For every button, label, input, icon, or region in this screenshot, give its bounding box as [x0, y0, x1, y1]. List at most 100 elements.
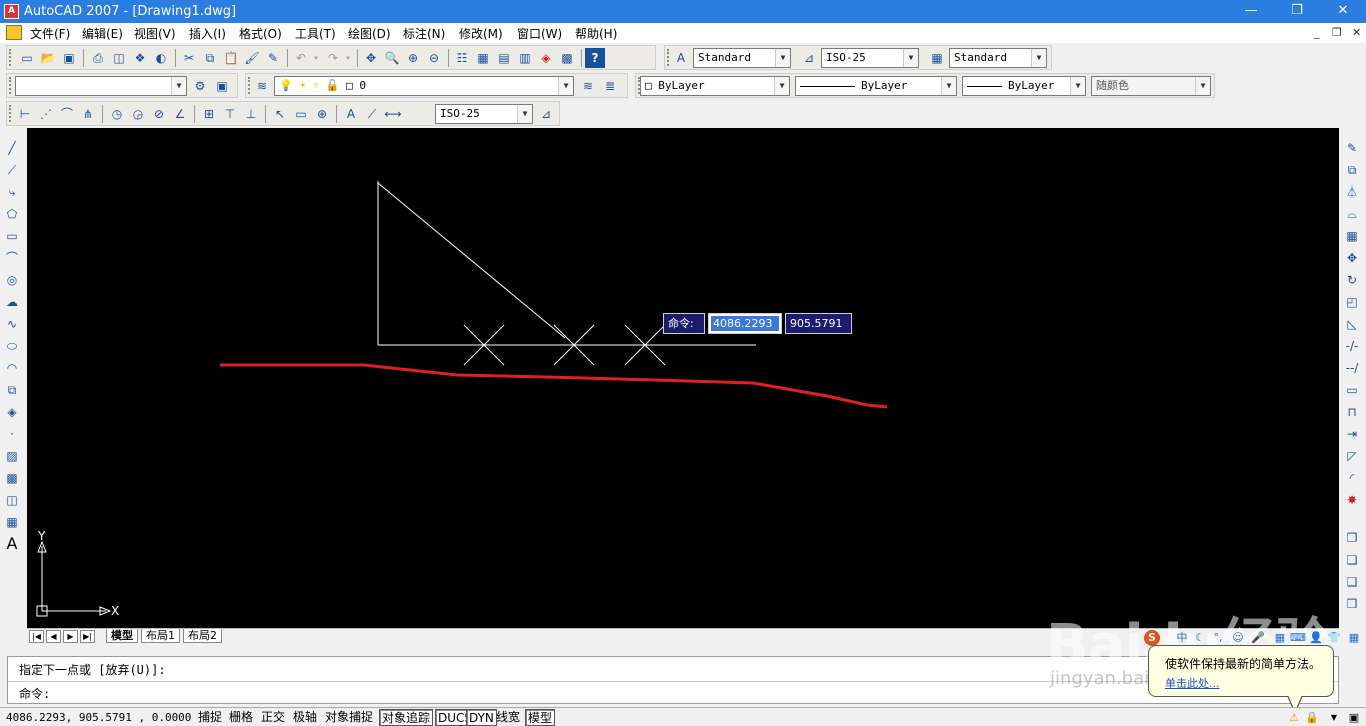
polygon-icon[interactable]: ⬠ [2, 204, 22, 224]
arc-icon[interactable]: ⌒ [2, 248, 22, 268]
tab-layout2[interactable]: 布局2 [183, 629, 222, 643]
grid-menu-icon[interactable]: ▦ [1346, 630, 1362, 646]
point-icon[interactable]: · [2, 424, 22, 444]
zoom-window-icon[interactable]: ⊕ [403, 48, 423, 68]
dim-edit-icon[interactable]: A [341, 104, 361, 124]
grid-toggle[interactable]: 栅格 [227, 709, 255, 726]
array-icon[interactable]: ▦ [1342, 226, 1362, 246]
toolbar-grip[interactable] [667, 49, 670, 66]
color-select[interactable]: □ ByLayer ▼ [640, 76, 790, 96]
autocad-icon[interactable]: A [4, 4, 19, 19]
dynamic-input-y-field[interactable]: 905.5791 [785, 313, 852, 334]
baseline-dim-icon[interactable]: ⊤ [220, 104, 240, 124]
tab-model[interactable]: 模型 [106, 629, 138, 643]
skin-icon[interactable]: 👕 [1326, 630, 1342, 646]
rectangle-icon[interactable]: ▭ [2, 226, 22, 246]
menu-insert[interactable]: 插入(I) [189, 25, 226, 42]
scale-icon[interactable]: ◰ [1342, 292, 1362, 312]
jogged-dim-icon[interactable]: ◶ [128, 104, 148, 124]
dim-text-edit-icon[interactable]: ⟋ [362, 104, 382, 124]
moon-icon[interactable]: ☾ [1192, 630, 1208, 646]
revision-cloud-icon[interactable]: ☁ [2, 292, 22, 312]
keyboard-icon[interactable]: ⌨ [1290, 630, 1306, 646]
clean-screen-icon[interactable]: ▣ [1346, 710, 1362, 726]
spline-icon[interactable]: ∿ [2, 314, 22, 334]
toolbar-grip[interactable] [9, 49, 12, 66]
linear-dim-icon[interactable]: ⊢ [15, 104, 35, 124]
maximize-button[interactable]: ❐ [1274, 0, 1320, 23]
toolbar-grip[interactable] [248, 77, 251, 94]
zoom-previous-icon[interactable]: ⊖ [424, 48, 444, 68]
match-properties-icon[interactable]: 🖌 [242, 48, 262, 68]
linetype-select[interactable]: ByLayer ▼ [795, 76, 957, 96]
tolerance-icon[interactable]: ▭ [291, 104, 311, 124]
prev-tab-button[interactable]: ◀ [46, 630, 61, 643]
text-style-icon[interactable]: A [671, 48, 691, 68]
new-icon[interactable]: ▭ [17, 48, 37, 68]
make-object-layer-current-icon[interactable]: ≋ [578, 76, 598, 96]
help-icon[interactable]: ? [585, 48, 605, 68]
hatch-icon[interactable]: ▨ [2, 446, 22, 466]
rotate-icon[interactable]: ↻ [1342, 270, 1362, 290]
status-menu-arrow-icon[interactable]: ▼ [1326, 710, 1342, 726]
dynamic-input-x-field[interactable]: 4086.2293 [708, 313, 782, 334]
angular-dim-icon[interactable]: ∠ [170, 104, 190, 124]
model-toggle[interactable]: 模型 [525, 709, 556, 726]
otrack-toggle[interactable]: 对象追踪 [379, 709, 434, 726]
toolbar-grip[interactable] [9, 105, 12, 122]
minimize-button[interactable]: — [1228, 0, 1274, 23]
draw-order-front-icon[interactable]: ❐ [1342, 528, 1362, 548]
redo-dropdown-icon[interactable]: ▾ [343, 48, 353, 68]
fillet-icon[interactable]: ◜ [1342, 468, 1362, 488]
tool-palettes-icon[interactable]: ▤ [494, 48, 514, 68]
apps-icon[interactable]: ▦ [1272, 630, 1288, 646]
red-polyline[interactable] [220, 363, 888, 409]
table-style-icon[interactable]: ▦ [927, 48, 947, 68]
copy-object-icon[interactable]: ⧉ [1342, 160, 1362, 180]
my-workspace-icon[interactable]: ▣ [212, 76, 232, 96]
table-style-select[interactable]: Standard ▼ [949, 48, 1047, 68]
mirror-icon[interactable]: ⏃ [1342, 182, 1362, 202]
warning-icon[interactable]: ⚠ [1286, 710, 1302, 726]
menu-help[interactable]: 帮助(H) [575, 25, 617, 42]
toolbar-grip[interactable] [9, 77, 12, 94]
menu-view[interactable]: 视图(V) [134, 25, 176, 42]
tab-layout1[interactable]: 布局1 [141, 629, 180, 643]
coordinate-display[interactable]: 4086.2293, 905.5791 , 0.0000 [6, 711, 191, 724]
layer-manager-icon[interactable]: ≋ [252, 76, 272, 96]
first-tab-button[interactable]: |◀ [29, 630, 44, 643]
design-center-icon[interactable]: ▦ [473, 48, 493, 68]
plotstyle-select[interactable]: 随颜色 ▼ [1091, 76, 1211, 96]
chamfer-icon[interactable]: ◸ [1342, 446, 1362, 466]
polyline-icon[interactable]: ⤷ [2, 182, 22, 202]
print-preview-icon[interactable]: ◫ [109, 48, 129, 68]
last-tab-button[interactable]: ▶| [80, 630, 95, 643]
user-icon[interactable]: 👤 [1308, 630, 1324, 646]
save-icon[interactable]: ▣ [59, 48, 79, 68]
menu-window[interactable]: 窗口(W) [517, 25, 562, 42]
close-button[interactable]: ✕ [1320, 0, 1366, 23]
undo-icon[interactable]: ↶ [291, 48, 311, 68]
dim-style-select[interactable]: ISO-25 ▼ [821, 48, 919, 68]
quick-dim-icon[interactable]: ⊞ [199, 104, 219, 124]
line-icon[interactable]: ╱ [2, 138, 22, 158]
mic-icon[interactable]: 🎤 [1250, 630, 1266, 646]
menu-tools[interactable]: 工具(T) [295, 25, 336, 42]
diameter-dim-icon[interactable]: ⊘ [149, 104, 169, 124]
menu-format[interactable]: 格式(O) [239, 25, 282, 42]
ime-mode-icon[interactable]: 中 [1174, 630, 1190, 646]
dyn-toggle[interactable]: DYN [466, 709, 497, 726]
mdi-restore-button[interactable]: ❐ [1332, 26, 1342, 39]
cut-icon[interactable]: ✂ [179, 48, 199, 68]
bring-above-icon[interactable]: ❑ [1342, 572, 1362, 592]
move-icon[interactable]: ✥ [1342, 248, 1362, 268]
pan-icon[interactable]: ✥ [361, 48, 381, 68]
center-mark-icon[interactable]: ⊕ [312, 104, 332, 124]
extend-icon[interactable]: --/ [1342, 358, 1362, 378]
workspace-select[interactable]: ▼ [15, 76, 187, 96]
quick-leader-icon[interactable]: ↖ [270, 104, 290, 124]
layer-previous-icon[interactable]: ≣ [600, 76, 620, 96]
layer-select[interactable]: 💡 ☀ ☼ 🔓 □ 0 ▼ [274, 76, 574, 96]
gradient-icon[interactable]: ▩ [2, 468, 22, 488]
text-style-select[interactable]: Standard ▼ [693, 48, 791, 68]
